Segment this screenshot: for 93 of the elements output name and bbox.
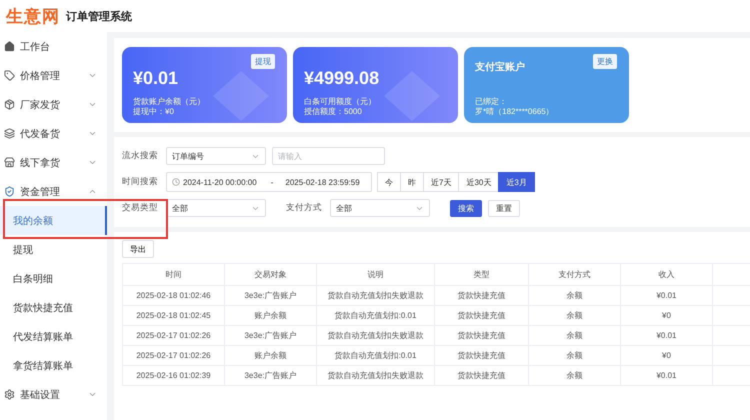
card-text: 授信额度：5000 (304, 107, 363, 117)
shield-icon (4, 186, 15, 197)
table-cell: 3e3e:广告账户 (224, 286, 316, 306)
table-cell: 货款快捷充值 (434, 306, 528, 326)
logo: 生意网 (6, 6, 60, 28)
card-text: 已绑定： (475, 97, 508, 107)
search-type-select[interactable]: 订单编号 (166, 147, 266, 165)
export-button[interactable]: 导出 (122, 240, 154, 258)
nav-group[interactable]: 厂家发货 (0, 90, 107, 119)
input-field[interactable]: 请输入 (272, 147, 385, 165)
nav-subitem[interactable]: 白条明细 (0, 264, 107, 293)
nav-subitem[interactable]: 我的余额 (0, 206, 107, 235)
table-cell: 货款自动充值划扣失败退款 (316, 366, 434, 386)
nav-subitem[interactable]: 货款快捷充值 (0, 293, 107, 322)
chevron-icon (88, 158, 97, 167)
app-title: 订单管理系统 (66, 10, 132, 24)
amount: ¥0.01 (133, 68, 180, 89)
table-cell: ¥0 (620, 346, 712, 366)
table-cell: 2025-02-17 01:02:26 (122, 326, 224, 346)
table-cell: 货款快捷充值 (434, 286, 528, 306)
tag-icon (4, 70, 15, 81)
chevron-icon (88, 100, 97, 109)
pay-method-select[interactable]: 全部 (330, 199, 430, 217)
field-label: 时间搜索 (122, 176, 159, 188)
column-header: 说明 (316, 264, 434, 286)
card-text: 提现中：¥0 (133, 107, 175, 117)
table-cell: 余额 (528, 346, 620, 366)
column-header: 收入 (620, 264, 712, 286)
table-cell: 2025-02-18 01:02:46 (122, 286, 224, 306)
nav-subitem[interactable]: 拿货结算账单 (0, 351, 107, 380)
table-cell: 余额 (528, 326, 620, 346)
column-header: 时间 (122, 264, 224, 286)
card-text: 白条可用额度（元） (304, 97, 377, 107)
store-icon (4, 157, 15, 168)
nav-subitem[interactable]: 代发结算账单 (0, 322, 107, 351)
nav-group[interactable]: 代发备货 (0, 119, 107, 148)
table-cell: 3e3e:广告账户 (224, 366, 316, 386)
nav-group[interactable]: 基础设置 (0, 380, 107, 409)
settings-icon (4, 389, 15, 400)
card-button[interactable]: 提现 (251, 54, 275, 69)
quick-date-button[interactable]: 昨 (400, 172, 424, 192)
column-header: 交易对象 (224, 264, 316, 286)
card-text: 罗*晴（182****0665） (475, 107, 555, 117)
chevron-icon (88, 187, 97, 196)
table-cell: 账户余额 (224, 306, 316, 326)
table-cell: ¥0.01 (620, 366, 712, 386)
column-header: 类型 (434, 264, 528, 286)
chevron-icon (88, 71, 97, 80)
card-button[interactable]: 更换 (593, 54, 617, 69)
amount: ¥4999.08 (304, 68, 380, 89)
table-cell: 2025-02-18 01:02:45 (122, 306, 224, 326)
card-text: 货款账户余额（元） (133, 97, 206, 107)
chevron-icon (88, 390, 97, 399)
reset-button[interactable]: 重置 (488, 200, 520, 216)
table-cell: ¥0.01 (620, 286, 712, 306)
package-icon (4, 99, 15, 110)
table-cell: 货款快捷充值 (434, 346, 528, 366)
table-cell: 余额 (528, 306, 620, 326)
table-cell: ¥0.01 (620, 326, 712, 346)
table-cell: 余额 (528, 366, 620, 386)
nav-item[interactable]: 工作台 (0, 32, 107, 61)
table-cell: 账户余额 (224, 346, 316, 366)
table-cell: 3e3e:广告账户 (224, 326, 316, 346)
table-cell: 货款自动充值划扣失败退款 (316, 326, 434, 346)
table-cell: 余额 (528, 286, 620, 306)
home-icon (4, 41, 15, 52)
date-range-field[interactable]: 2024-11-20 00:00:00 - 2025-02-18 23:59:59 (166, 172, 372, 192)
table-cell: 货款自动充值划扣:0.01 (316, 306, 434, 326)
nav-group[interactable]: 资金管理 (0, 177, 107, 206)
field-label: 支付方式 (286, 202, 323, 214)
table-cell: 2025-02-17 01:02:26 (122, 346, 224, 366)
card-title: 支付宝账户 (475, 60, 525, 74)
nav-group[interactable]: 线下拿货 (0, 148, 107, 177)
layers-icon (4, 128, 15, 139)
nav-subitem[interactable]: 提现 (0, 235, 107, 264)
table-cell: 货款快捷充值 (434, 326, 528, 346)
column-header: 支付方式 (528, 264, 620, 286)
quick-date-button[interactable]: 近30天 (458, 172, 500, 192)
nav-group[interactable]: 价格管理 (0, 61, 107, 90)
quick-date-button[interactable]: 近3月 (498, 172, 535, 192)
trade-type-select[interactable]: 全部 (166, 199, 266, 217)
search-button[interactable]: 搜索 (450, 200, 482, 216)
table-cell: ¥0 (620, 306, 712, 326)
quick-date-button[interactable]: 近7天 (423, 172, 460, 192)
field-label: 交易类型 (122, 202, 159, 214)
field-label: 流水搜索 (122, 150, 159, 162)
table-cell: 2025-02-16 01:02:39 (122, 366, 224, 386)
table-cell: 货款快捷充值 (434, 366, 528, 386)
table-cell: 货款自动充值划扣失败退款 (316, 286, 434, 306)
quick-date-button[interactable]: 今 (377, 172, 401, 192)
table-cell: 货款自动充值划扣:0.01 (316, 346, 434, 366)
chevron-icon (88, 129, 97, 138)
clock-icon (172, 178, 180, 186)
